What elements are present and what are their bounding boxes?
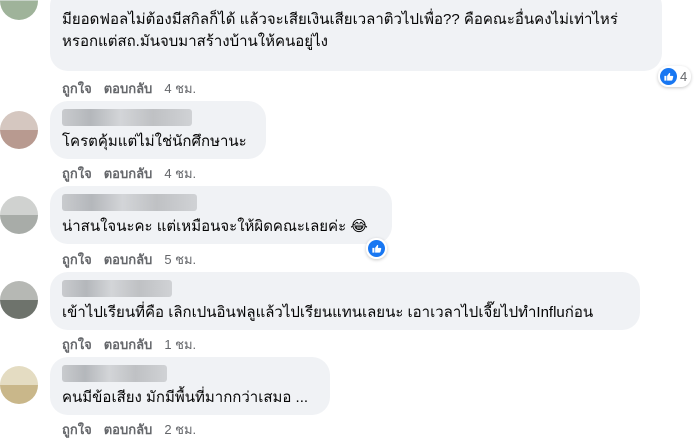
commenter-name[interactable] (62, 194, 197, 211)
comment-actions: ถูกใจ ตอบกลับ 4 ชม. (62, 164, 196, 182)
commenter-name[interactable] (62, 109, 192, 126)
reply-button[interactable]: ตอบกลับ (104, 78, 153, 99)
timestamp[interactable]: 5 ชม. (164, 249, 196, 270)
like-icon (368, 240, 385, 257)
comment-actions: ถูกใจ ตอบกลับ 5 ชม. (62, 250, 196, 268)
comment-bubble: เข้าไปเรียนที่คือ เลิกเปนอินฟลูแล้วไปเรี… (50, 272, 640, 330)
timestamp[interactable]: 4 ชม. (164, 163, 196, 184)
like-button[interactable]: ถูกใจ (62, 78, 92, 99)
avatar[interactable] (0, 281, 38, 319)
commenter-name[interactable] (62, 365, 167, 382)
timestamp[interactable]: 4 ชม. (164, 78, 196, 99)
comment-bubble: โครตคุ้มแต่ไม่ใช่นักศึกษานะ (50, 101, 266, 159)
avatar[interactable] (0, 111, 38, 149)
comment-bubble: มียอดฟอลไม่ต้องมีสกิลก็ได้ แล้วจะเสียเงิ… (50, 0, 662, 71)
like-button[interactable]: ถูกใจ (62, 249, 92, 270)
avatar[interactable] (0, 196, 38, 234)
reply-button[interactable]: ตอบกลับ (104, 163, 153, 184)
timestamp[interactable]: 2 ชม. (164, 419, 196, 439)
like-button[interactable]: ถูกใจ (62, 419, 92, 439)
reply-button[interactable]: ตอบกลับ (104, 334, 153, 355)
reply-button[interactable]: ตอบกลับ (104, 419, 153, 439)
reply-button[interactable]: ตอบกลับ (104, 249, 153, 270)
reaction-count: 4 (680, 69, 688, 84)
comment-bubble: น่าสนใจนะคะ แต่เหมือนจะให้ผิดคณะเลยค่ะ 😂 (50, 186, 392, 244)
like-icon (660, 68, 677, 85)
comment-actions: ถูกใจ ตอบกลับ 1 ชม. (62, 335, 196, 353)
reaction-summary[interactable] (366, 238, 387, 259)
comment-text: มียอดฟอลไม่ต้องมีสกิลก็ได้ แล้วจะเสียเงิ… (62, 11, 618, 50)
reaction-summary[interactable]: 4 (658, 66, 692, 87)
comment-actions: ถูกใจ ตอบกลับ 2 ชม. (62, 420, 196, 438)
like-button[interactable]: ถูกใจ (62, 163, 92, 184)
avatar[interactable] (0, 366, 38, 404)
comment-bubble: คนมีข้อเสียง มักมีพื้นที่มากกว่าเสมอ ... (50, 357, 330, 415)
comment-text: เข้าไปเรียนที่คือ เลิกเปนอินฟลูแล้วไปเรี… (62, 304, 594, 321)
avatar[interactable] (0, 0, 38, 20)
comment-text: คนมีข้อเสียง มักมีพื้นที่มากกว่าเสมอ ... (62, 389, 309, 406)
timestamp[interactable]: 1 ชม. (164, 334, 196, 355)
like-button[interactable]: ถูกใจ (62, 334, 92, 355)
comment-text: น่าสนใจนะคะ แต่เหมือนจะให้ผิดคณะเลยค่ะ 😂 (62, 218, 368, 235)
comment-actions: ถูกใจ ตอบกลับ 4 ชม. (62, 79, 196, 97)
comment-text: โครตคุ้มแต่ไม่ใช่นักศึกษานะ (62, 133, 247, 150)
commenter-name[interactable] (62, 280, 172, 297)
